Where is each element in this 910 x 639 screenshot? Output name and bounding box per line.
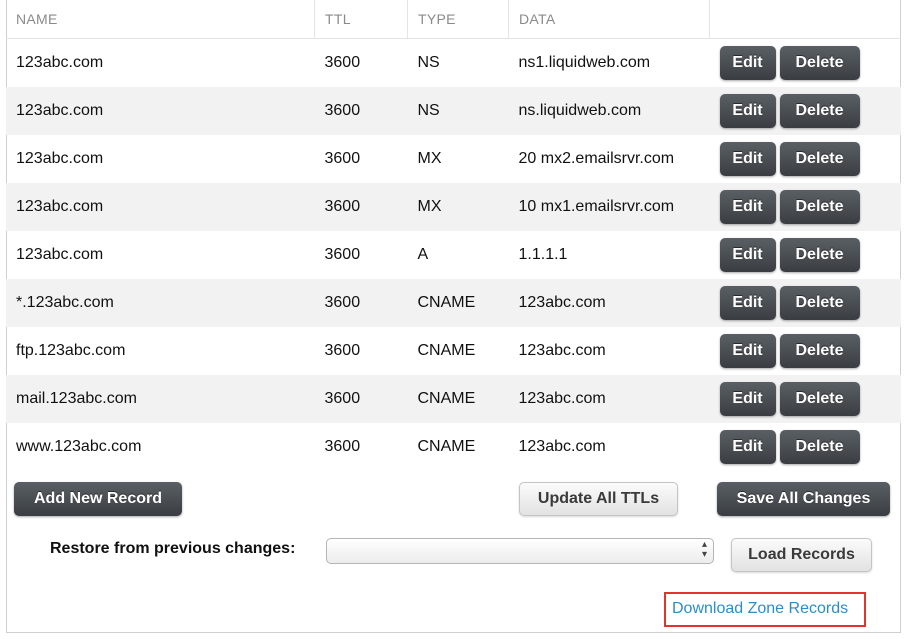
cell-ttl: 3600 (324, 54, 361, 71)
cell-type: A (417, 246, 429, 263)
table-row: mail.123abc.com 3600 CNAME 123abc.com Edit De… (6, 375, 901, 423)
edit-button[interactable]: Edit (719, 142, 776, 176)
edit-button[interactable]: Edit (719, 238, 776, 272)
edit-button[interactable]: Edit (719, 286, 776, 320)
cell-name: *.123abc.com (6, 279, 315, 327)
cell-name: 123abc.com (6, 183, 315, 231)
delete-button[interactable]: Delete (779, 286, 860, 320)
delete-button[interactable]: Delete (779, 430, 860, 464)
cell-type: MX (417, 150, 442, 167)
cell-actions: Edit Delete (710, 231, 902, 279)
cell-type: CNAME (407, 375, 509, 423)
column-header-ttl: TTL (314, 0, 408, 39)
load-records-button[interactable]: Load Records (731, 538, 872, 572)
delete-button[interactable]: Delete (779, 190, 860, 224)
table-row: www.123abc.com 3600 CNAME 123abc.com Edit Del… (6, 423, 901, 471)
table-row: 123abc.com 3600 MX 20 mx2.emailsrvr.com Edit… (6, 135, 901, 183)
cell-actions: Edit Delete (709, 375, 901, 423)
cell-ttl: 3600 (324, 342, 361, 359)
cell-actions: Edit Delete (709, 183, 901, 231)
column-header-data: DATA (508, 0, 710, 39)
table-row: 123abc.com 3600 MX 10 mx1.emailsrvr.com Edit… (6, 183, 901, 231)
cell-data: 1.1.1.1 (518, 246, 568, 263)
select-arrows-icon: ▴ ▾ (701, 539, 707, 560)
edit-button[interactable]: Edit (719, 382, 776, 416)
cell-data: 123abc.com (518, 342, 606, 359)
delete-button[interactable]: Delete (779, 46, 860, 80)
column-header-type: TYPE (407, 0, 509, 39)
cell-ttl: 3600 (314, 87, 408, 135)
delete-button[interactable]: Delete (779, 142, 860, 176)
cell-name: 123abc.com (16, 54, 104, 71)
cell-ttl: 3600 (324, 150, 361, 167)
cell-ttl: 3600 (314, 183, 408, 231)
cell-actions: Edit Delete (709, 87, 901, 135)
table-row: 123abc.com 3600 NS ns.liquidweb.com Edit Dele… (6, 87, 901, 135)
cell-ttl: 3600 (314, 375, 408, 423)
cell-type: CNAME (417, 438, 476, 455)
table-header-row: NAME TTL TYPE DATA (6, 0, 901, 39)
cell-type: CNAME (407, 279, 509, 327)
cell-type: CNAME (417, 342, 476, 359)
cell-actions: Edit Delete (710, 39, 902, 88)
cell-ttl: 3600 (314, 279, 408, 327)
cell-data: 10 mx1.emailsrvr.com (508, 183, 710, 231)
table-row: ftp.123abc.com 3600 CNAME 123abc.com Edit Del… (6, 327, 901, 375)
cell-name: mail.123abc.com (6, 375, 315, 423)
cell-data: ns1.liquidweb.com (518, 54, 651, 71)
delete-button[interactable]: Delete (779, 238, 860, 272)
cell-name: ftp.123abc.com (16, 342, 126, 359)
download-zone-records-link[interactable]: Download Zone Records (672, 600, 848, 618)
cell-data: ns.liquidweb.com (508, 87, 710, 135)
edit-button[interactable]: Edit (719, 94, 776, 128)
update-all-ttls-button[interactable]: Update All TTLs (519, 482, 678, 516)
cell-type: NS (417, 54, 440, 71)
delete-button[interactable]: Delete (779, 334, 860, 368)
cell-name: 123abc.com (6, 87, 315, 135)
table-row: 123abc.com 3600 NS ns1.liquidweb.com Edit Del… (6, 39, 901, 88)
cell-type: MX (407, 183, 509, 231)
dns-records-table: NAME TTL TYPE DATA 123abc.com 3600 NS ns1.l… (6, 0, 901, 471)
edit-button[interactable]: Edit (719, 190, 776, 224)
cell-actions: Edit Delete (710, 327, 902, 375)
delete-button[interactable]: Delete (779, 382, 860, 416)
cell-type: NS (407, 87, 509, 135)
cell-data: 123abc.com (508, 375, 710, 423)
cell-actions: Edit Delete (709, 279, 901, 327)
restore-label: Restore from previous changes: (50, 540, 296, 557)
delete-button[interactable]: Delete (779, 94, 860, 128)
add-new-record-button[interactable]: Add New Record (14, 482, 182, 516)
column-header-actions (709, 0, 901, 39)
cell-actions: Edit Delete (710, 135, 902, 183)
edit-button[interactable]: Edit (719, 46, 776, 80)
cell-ttl: 3600 (324, 246, 361, 263)
edit-button[interactable]: Edit (719, 334, 776, 368)
cell-actions: Edit Delete (710, 423, 902, 471)
cell-data: 123abc.com (518, 438, 606, 455)
column-header-name: NAME (6, 0, 315, 39)
cell-ttl: 3600 (324, 438, 361, 455)
cell-name: www.123abc.com (16, 438, 142, 455)
table-row: *.123abc.com 3600 CNAME 123abc.com Edit Delet… (6, 279, 901, 327)
table-row: 123abc.com 3600 A 1.1.1.1 Edit Delete (6, 231, 901, 279)
restore-select[interactable]: ▴ ▾ (326, 538, 714, 564)
cell-data: 123abc.com (508, 279, 710, 327)
edit-button[interactable]: Edit (719, 430, 776, 464)
cell-data: 20 mx2.emailsrvr.com (518, 150, 675, 167)
cell-name: 123abc.com (16, 246, 104, 263)
cell-name: 123abc.com (16, 150, 104, 167)
save-all-changes-button[interactable]: Save All Changes (717, 482, 890, 516)
